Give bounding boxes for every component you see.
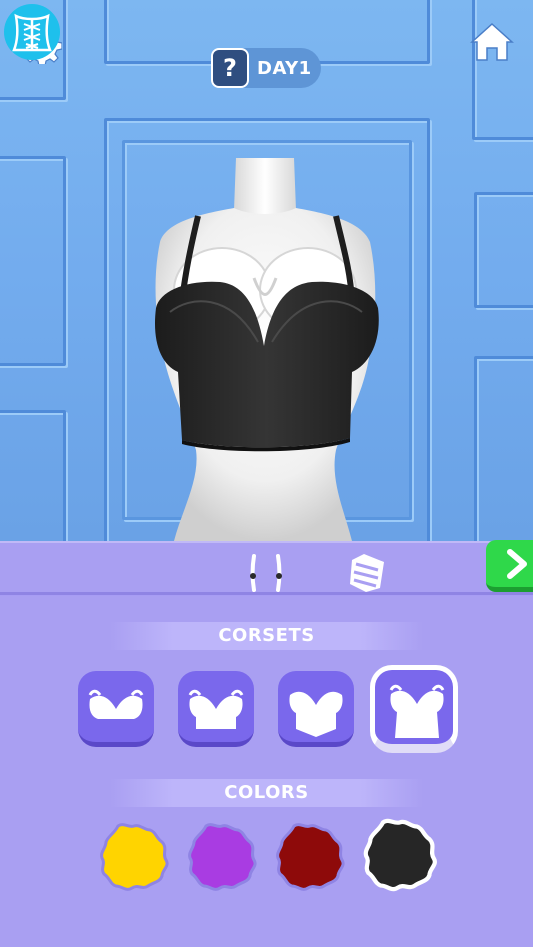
corset-option-3[interactable] [278,671,354,747]
wall-panel [0,156,66,366]
corset-option-4-selected[interactable] [370,665,458,753]
corset-short-icon [88,689,144,719]
wall-panel [472,0,533,140]
next-button[interactable] [486,540,533,592]
color-swatch-dark-red[interactable] [274,820,348,894]
corset-option-2[interactable] [178,671,254,747]
mannequin [154,158,379,541]
pattern-icon[interactable] [334,540,398,604]
wall-panel [474,192,533,308]
tab-corsets[interactable] [0,0,64,64]
corset-option-1[interactable] [78,671,154,747]
color-swatch-black-selected[interactable] [362,816,440,894]
colors-section-title: COLORS [110,779,423,807]
color-swatch-purple[interactable] [186,820,260,894]
corset-pointed-icon [289,691,343,737]
hint-button[interactable]: ? [211,48,249,88]
wall-panel [0,410,66,541]
corset-cropped-icon [188,689,244,729]
straps-icon[interactable] [234,540,298,604]
home-icon[interactable] [470,22,514,62]
dressing-scene: ? DAY1 [0,0,533,541]
corset-lacing-icon [12,13,52,52]
wall-panel [474,356,533,541]
corset-longline-icon [389,684,445,738]
corsets-section-title: CORSETS [110,622,423,650]
day-label: DAY1 [257,58,312,79]
color-swatch-yellow[interactable] [98,820,172,894]
chevron-right-icon [507,549,527,579]
